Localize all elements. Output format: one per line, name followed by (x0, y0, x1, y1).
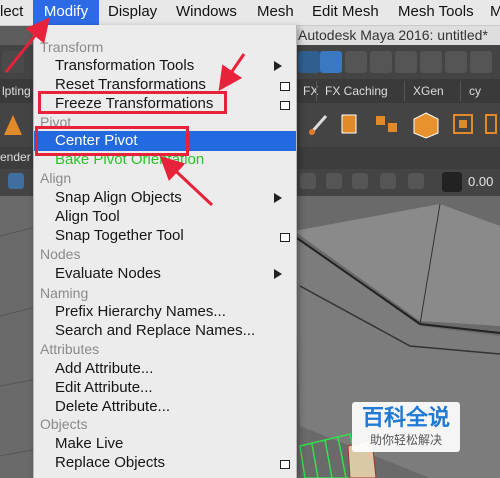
watermark-title: 百科全说 (361, 405, 450, 430)
watermark-logo: 百科全说 助你轻松解决 (352, 402, 460, 452)
arrow-to-freeze (218, 53, 246, 91)
arrow-to-center-pivot (159, 155, 214, 207)
watermark-subtitle: 助你轻松解决 (369, 433, 442, 447)
arrow-to-modify (4, 17, 50, 73)
